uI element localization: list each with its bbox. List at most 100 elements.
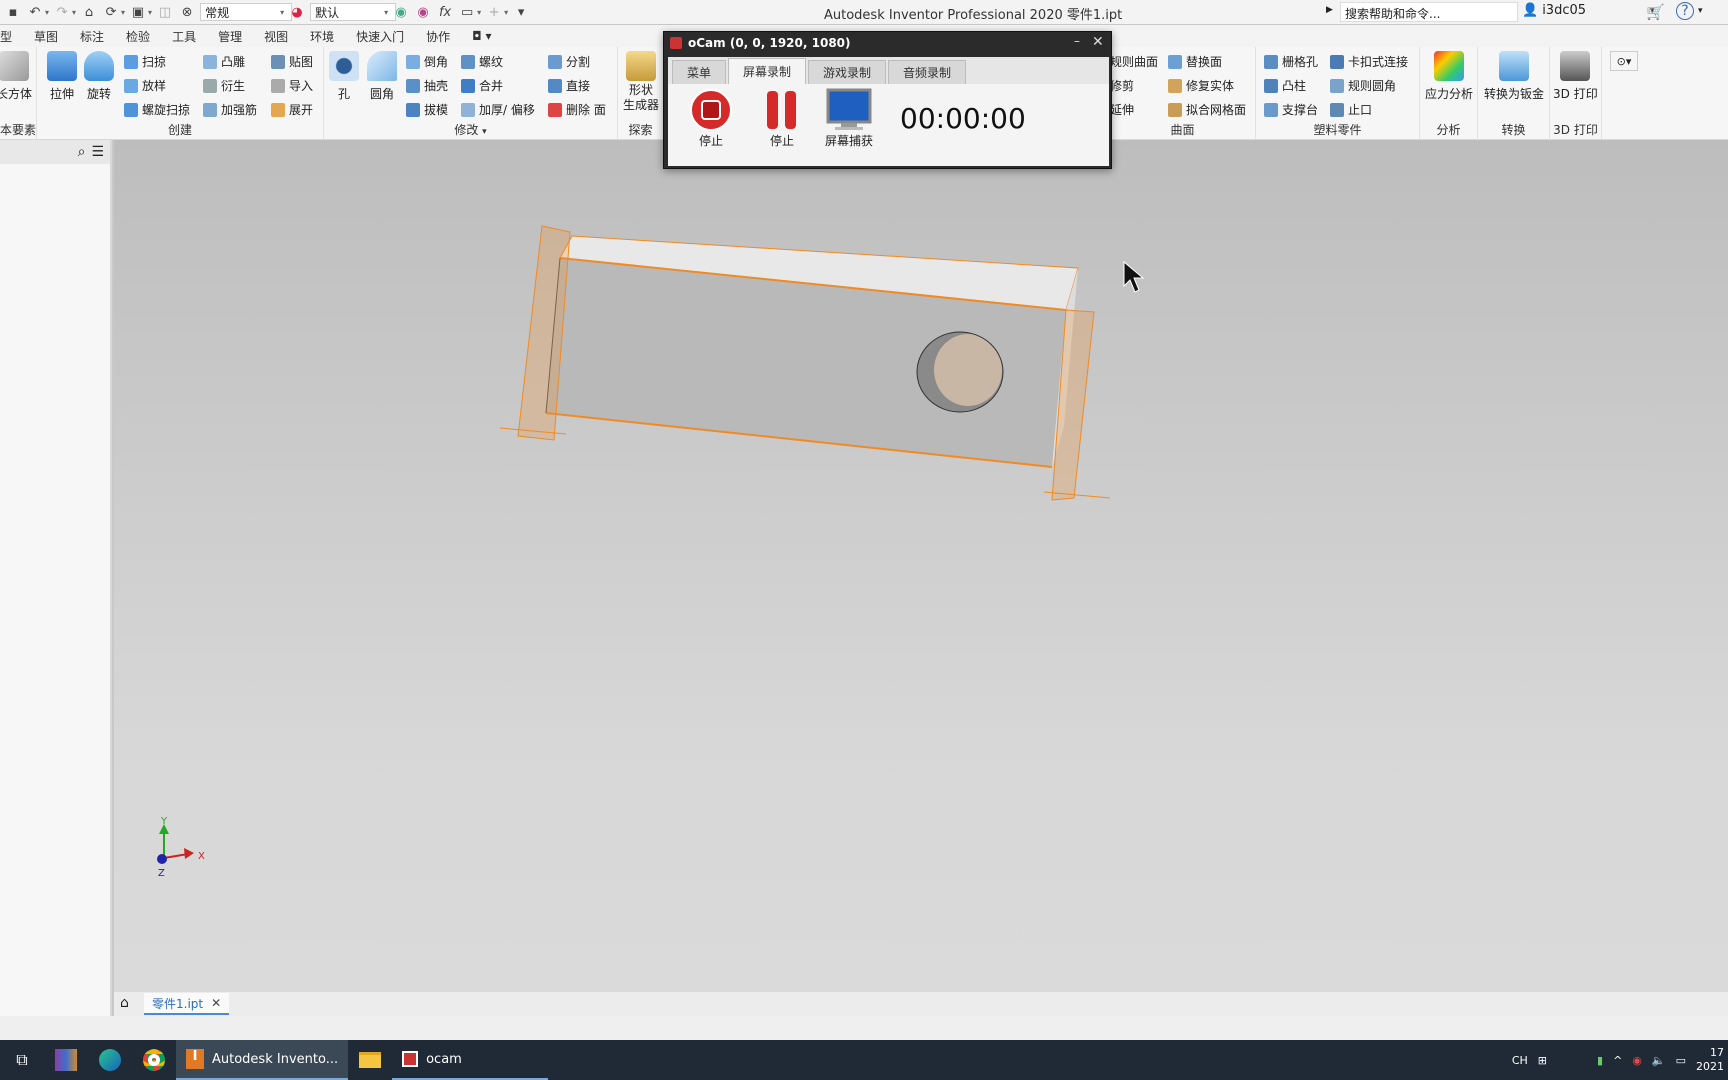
ribbon-customize-icon[interactable]: ⊙▾ <box>1610 51 1638 71</box>
select-icon[interactable]: ▣ <box>129 3 147 21</box>
measure-dropdown-icon[interactable]: ▾ <box>477 8 481 17</box>
chrome-icon[interactable] <box>132 1040 176 1080</box>
taskbar-app-ocam[interactable]: ocam <box>392 1040 549 1080</box>
tab-model[interactable]: 型 <box>0 28 23 45</box>
ocam-pause-button[interactable]: 停止 <box>762 88 802 149</box>
shape-generator-button[interactable]: 形状 生成器 <box>623 51 659 113</box>
notification-icon[interactable]: ▭ <box>1676 1054 1686 1067</box>
3d-print-button[interactable]: 3D 打印 <box>1553 51 1598 102</box>
add-dropdown-icon[interactable]: ▾ <box>504 8 508 17</box>
thicken-button[interactable]: 加厚/ 偏移 <box>461 101 535 118</box>
file-explorer-icon[interactable] <box>348 1040 392 1080</box>
browser-search-icon[interactable]: ⌕ <box>78 144 86 160</box>
tab-annotate[interactable]: 标注 <box>69 28 115 45</box>
decal-button[interactable]: 贴图 <box>271 53 313 70</box>
trim-button[interactable]: 修剪 <box>1110 77 1134 94</box>
tray-overflow-icon[interactable]: ^ <box>1613 1054 1622 1067</box>
draft-button[interactable]: 拔模 <box>406 101 448 118</box>
ocam-title-bar[interactable]: oCam (0, 0, 1920, 1080) – ✕ <box>664 32 1111 54</box>
tab-tools[interactable]: 工具 <box>161 28 207 45</box>
graphics-viewport[interactable]: Y X Z <box>114 140 1728 992</box>
redo-icon[interactable]: ↷ <box>53 3 71 21</box>
emboss-button[interactable]: 凸雕 <box>203 53 245 70</box>
direct-button[interactable]: 直接 <box>548 77 590 94</box>
document-tab-close-icon[interactable]: ✕ <box>211 996 221 1010</box>
customize-icon[interactable]: ▾ <box>512 3 530 21</box>
combine-button[interactable]: 合并 <box>461 77 503 94</box>
grill-button[interactable]: 栅格孔 <box>1264 53 1318 70</box>
help-icon[interactable]: ? <box>1676 2 1694 20</box>
ruled-surface-button[interactable]: 规则曲面 <box>1110 53 1158 70</box>
tab-inspect[interactable]: 检验 <box>115 28 161 45</box>
ocam-tab-screen-record[interactable]: 屏幕录制 <box>728 58 807 84</box>
fx-icon[interactable]: fx <box>436 3 454 21</box>
thread-button[interactable]: 螺纹 <box>461 53 503 70</box>
coil-button[interactable]: 螺旋扫掠 <box>124 101 190 118</box>
chamfer-button[interactable]: 倒角 <box>406 53 448 70</box>
help-caret-icon[interactable]: ▾ <box>1698 6 1703 16</box>
convert-sheet-button[interactable]: 转换为钣金 <box>1484 51 1544 102</box>
help-search-input[interactable]: 搜索帮助和命令... <box>1340 2 1518 22</box>
hole-button[interactable]: 孔 <box>329 51 359 102</box>
extrude-button[interactable]: 拉伸 <box>47 51 77 102</box>
tab-sketch[interactable]: 草图 <box>23 28 69 45</box>
ocam-screen-capture-button[interactable]: 屏幕捕获 <box>823 88 875 149</box>
clear-override-icon[interactable]: ◉ <box>392 3 410 21</box>
boss-button[interactable]: 凸柱 <box>1264 77 1306 94</box>
fillet-button[interactable]: 圆角 <box>367 51 397 102</box>
undo-dropdown-icon[interactable]: ▾ <box>45 8 49 17</box>
battery-icon[interactable]: ▮ <box>1597 1054 1603 1067</box>
adjust-icon[interactable]: ◉ <box>414 3 432 21</box>
clock[interactable]: 17 2021 <box>1696 1046 1724 1074</box>
ocam-minimize-icon[interactable]: – <box>1074 34 1080 48</box>
cart-icon[interactable]: 🛒 <box>1646 3 1665 21</box>
ocam-stop-button[interactable]: 停止 <box>688 88 734 149</box>
measure-icon[interactable]: ▭ <box>458 3 476 21</box>
repair-body-button[interactable]: 修复实体 <box>1168 77 1234 94</box>
rib-button[interactable]: 加强筋 <box>203 101 257 118</box>
shell-button[interactable]: 抽壳 <box>406 77 448 94</box>
ocam-window[interactable]: oCam (0, 0, 1920, 1080) – ✕ 菜单 屏幕录制 游戏录制… <box>663 31 1112 169</box>
rest-button[interactable]: 支撑台 <box>1264 101 1318 118</box>
delete-face-button[interactable]: 删除 面 <box>548 101 606 118</box>
rule-fillet-button[interactable]: 规则圆角 <box>1330 77 1396 94</box>
style-select-caret-icon[interactable]: ▾ <box>280 8 284 17</box>
import-button[interactable]: 导入 <box>271 77 313 94</box>
snap-fit-button[interactable]: 卡扣式连接 <box>1330 53 1408 70</box>
split-button[interactable]: 分割 <box>548 53 590 70</box>
tab-get-started[interactable]: 快速入门 <box>345 28 415 45</box>
record-tray-icon[interactable]: ◉ <box>1632 1054 1642 1067</box>
browser-menu-icon[interactable]: ☰ <box>91 144 104 160</box>
user-menu[interactable]: 👤 i3dc05 ▾ <box>1522 3 1655 18</box>
update-dropdown-icon[interactable]: ▾ <box>121 8 125 17</box>
winrar-icon[interactable] <box>44 1040 88 1080</box>
tab-collaborate[interactable]: 协作 <box>415 28 461 45</box>
redo-dropdown-icon[interactable]: ▾ <box>72 8 76 17</box>
lip-button[interactable]: 止口 <box>1330 101 1372 118</box>
revolve-button[interactable]: 旋转 <box>84 51 114 102</box>
add-icon[interactable]: + <box>485 3 503 21</box>
ocam-close-icon[interactable]: ✕ <box>1092 34 1104 50</box>
ribbon-options-icon[interactable]: ◘ ▾ <box>461 29 502 43</box>
panel-modify-title[interactable]: 修改 ▾ <box>324 121 617 138</box>
ocam-tab-audio-record[interactable]: 音频录制 <box>888 60 967 84</box>
loft-button[interactable]: 放样 <box>124 77 166 94</box>
box-button[interactable]: 长方体 <box>0 51 32 102</box>
task-view-icon[interactable]: ⧉ <box>0 1040 44 1080</box>
home-tab-icon[interactable]: ⌂ <box>120 995 129 1011</box>
color-icon[interactable]: ◫ <box>156 3 174 21</box>
unwrap-button[interactable]: 展开 <box>271 101 313 118</box>
ocam-tab-menu[interactable]: 菜单 <box>672 60 727 84</box>
style-select[interactable]: 常规 <box>200 3 293 21</box>
tab-manage[interactable]: 管理 <box>207 28 253 45</box>
extend-button[interactable]: 延伸 <box>1110 101 1134 118</box>
fit-mesh-button[interactable]: 拟合网格面 <box>1168 101 1246 118</box>
update-icon[interactable]: ⟳ <box>102 3 120 21</box>
tab-environments[interactable]: 环境 <box>299 28 345 45</box>
material-icon[interactable]: ⊗ <box>178 3 196 21</box>
document-tab[interactable]: 零件1.ipt ✕ <box>144 993 230 1015</box>
save-icon[interactable]: ▪ <box>4 3 22 21</box>
replace-face-button[interactable]: 替换面 <box>1168 53 1222 70</box>
tab-view[interactable]: 视图 <box>253 28 299 45</box>
keyboard-layout-icon[interactable]: ⊞ <box>1538 1054 1547 1067</box>
